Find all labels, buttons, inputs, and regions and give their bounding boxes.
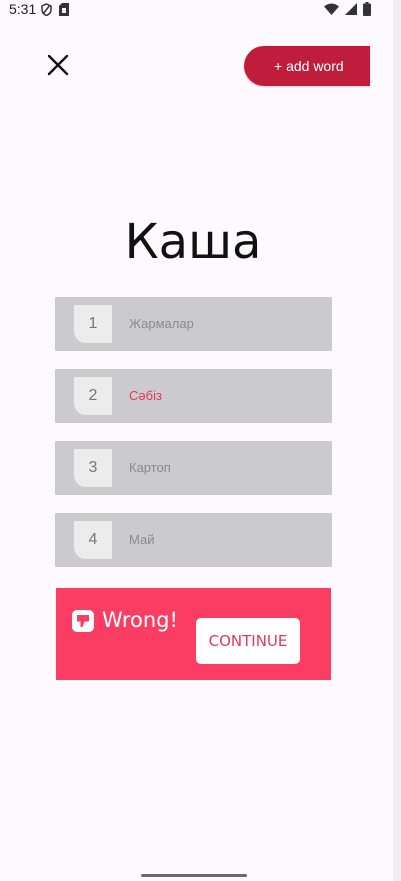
wifi-icon (324, 3, 339, 15)
continue-button[interactable]: CONTINUE (196, 618, 300, 664)
option-number: 4 (74, 521, 112, 559)
answer-options: 1 Жармалар 2 Сәбіз 3 Картоп 4 Май (55, 297, 332, 585)
home-indicator[interactable] (141, 874, 247, 877)
status-bar: 5:31 (0, 0, 401, 20)
option-label: Май (129, 532, 155, 547)
add-word-button[interactable]: + add word (244, 46, 370, 86)
sim-card-icon (59, 3, 69, 16)
option-label-wrong: Сәбіз (129, 388, 162, 403)
answer-option-4[interactable]: 4 Май (55, 513, 332, 567)
right-edge-strip (393, 0, 401, 881)
battery-icon (363, 2, 371, 16)
option-label: Картоп (129, 460, 171, 475)
option-number: 3 (74, 449, 112, 487)
thumbs-down-icon (72, 610, 94, 632)
signal-icon (345, 3, 357, 15)
close-icon (47, 54, 69, 76)
status-icons-right (324, 2, 371, 16)
option-number: 2 (74, 377, 112, 415)
feedback-text: Wrong! (102, 608, 178, 632)
shield-icon (41, 3, 52, 16)
answer-option-2[interactable]: 2 Сәбіз (55, 369, 332, 423)
question-word: Каша (124, 214, 262, 270)
option-label: Жармалар (129, 316, 194, 331)
status-time: 5:31 (9, 1, 37, 17)
answer-option-3[interactable]: 3 Картоп (55, 441, 332, 495)
feedback-panel: Wrong! CONTINUE (56, 588, 331, 680)
status-icons-left (41, 3, 69, 16)
answer-option-1[interactable]: 1 Жармалар (55, 297, 332, 351)
option-number: 1 (74, 305, 112, 343)
close-button[interactable] (45, 52, 71, 78)
